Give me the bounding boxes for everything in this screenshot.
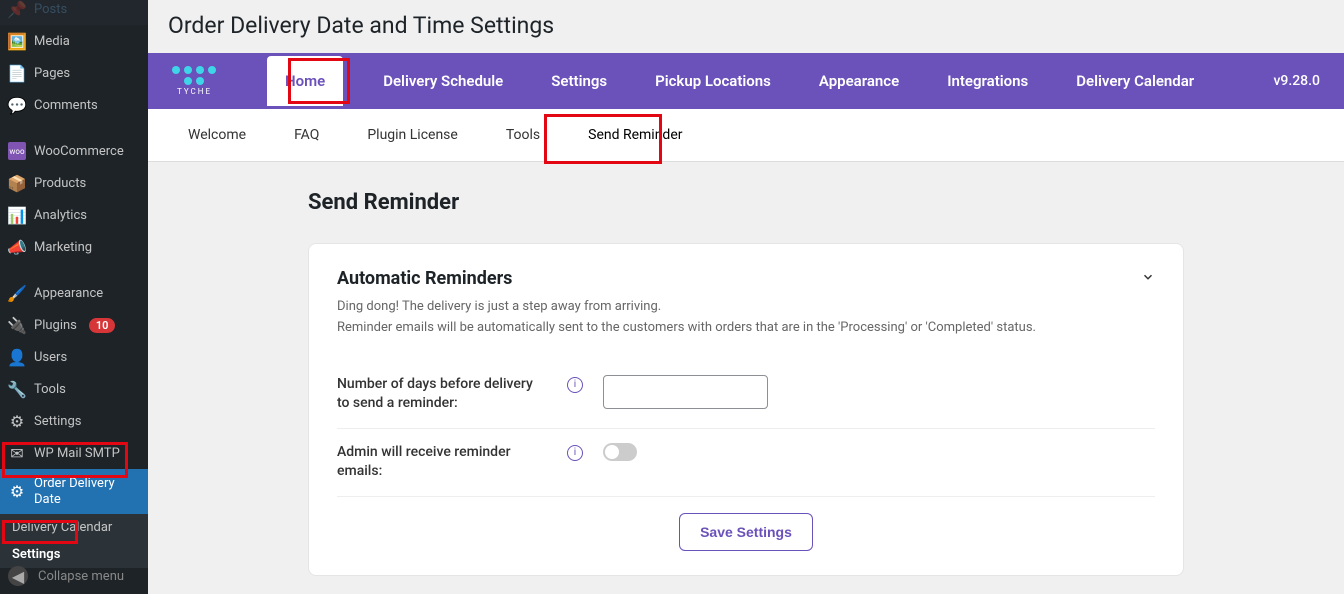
collapse-icon: ◀ <box>8 566 28 586</box>
info-icon[interactable]: i <box>567 377 583 393</box>
plugin-icon: 🔌 <box>8 316 26 334</box>
days-before-input[interactable] <box>603 375 768 409</box>
sidebar-label: Appearance <box>34 286 103 301</box>
sidebar-item-posts[interactable]: 📌 Posts <box>0 0 148 25</box>
brand-logo: TYCHE <box>172 66 217 96</box>
plugin-update-badge: 10 <box>89 318 116 333</box>
topnav-settings[interactable]: Settings <box>543 56 615 106</box>
card-title: Automatic Reminders <box>337 268 512 289</box>
card-description: Ding dong! The delivery is just a step a… <box>337 297 1155 339</box>
field-admin-receive: Admin will receive reminder emails: i <box>337 429 1155 497</box>
sidebar-label: Products <box>34 176 86 191</box>
sidebar-label: Comments <box>34 98 98 113</box>
subnav: Welcome FAQ Plugin License Tools Send Re… <box>148 109 1344 162</box>
sidebar-item-users[interactable]: 👤 Users <box>0 341 148 373</box>
topnav-integrations[interactable]: Integrations <box>939 56 1036 106</box>
subnav-plugin-license[interactable]: Plugin License <box>363 109 462 161</box>
sidebar-item-tools[interactable]: 🔧 Tools <box>0 373 148 405</box>
sidebar-label: Media <box>34 34 70 49</box>
topnav-delivery-calendar[interactable]: Delivery Calendar <box>1068 56 1202 106</box>
collapse-menu[interactable]: ◀ Collapse menu <box>0 558 148 594</box>
topnav-pickup-locations[interactable]: Pickup Locations <box>647 56 779 106</box>
subnav-send-reminder[interactable]: Send Reminder <box>584 109 686 161</box>
sidebar-item-media[interactable]: 🖼️ Media <box>0 25 148 57</box>
media-icon: 🖼️ <box>8 32 26 50</box>
plugin-topbar: TYCHE Home Delivery Schedule Settings Pi… <box>148 53 1344 109</box>
save-settings-button[interactable]: Save Settings <box>679 513 813 551</box>
subnav-faq[interactable]: FAQ <box>290 109 323 161</box>
brush-icon: 🖌️ <box>8 284 26 302</box>
field-label: Admin will receive reminder emails: <box>337 443 547 482</box>
field-days-before: Number of days before delivery to send a… <box>337 361 1155 429</box>
sidebar-item-marketing[interactable]: 📣 Marketing <box>0 231 148 263</box>
sidebar-label: Tools <box>34 382 66 397</box>
collapse-label: Collapse menu <box>38 569 124 584</box>
topnav-home[interactable]: Home <box>267 56 343 106</box>
sidebar-item-pages[interactable]: 📄 Pages <box>0 57 148 89</box>
comment-icon: 💬 <box>8 96 26 114</box>
brand-name: TYCHE <box>177 87 212 96</box>
sidebar-label: WP Mail SMTP <box>34 446 120 461</box>
sidebar-item-products[interactable]: 📦 Products <box>0 167 148 199</box>
woo-icon: woo <box>8 142 26 160</box>
sidebar-item-order-delivery-date[interactable]: ⚙ Order Delivery Date <box>0 469 148 514</box>
wrench-icon: 🔧 <box>8 380 26 398</box>
analytics-icon: 📊 <box>8 206 26 224</box>
users-icon: 👤 <box>8 348 26 366</box>
sidebar-label: Marketing <box>34 240 92 255</box>
marketing-icon: 📣 <box>8 238 26 256</box>
admin-emails-toggle[interactable] <box>603 443 637 461</box>
field-label: Number of days before delivery to send a… <box>337 375 547 414</box>
topnav-delivery-schedule[interactable]: Delivery Schedule <box>375 56 511 106</box>
sidebar-label: WooCommerce <box>34 144 124 159</box>
gear-icon: ⚙ <box>8 483 26 501</box>
sidebar-item-appearance[interactable]: 🖌️ Appearance <box>0 277 148 309</box>
sidebar-label: Analytics <box>34 208 87 223</box>
wp-admin-sidebar: 📌 Posts 🖼️ Media 📄 Pages 💬 Comments woo … <box>0 0 148 594</box>
mail-icon: ✉ <box>8 444 26 462</box>
sidebar-item-plugins[interactable]: 🔌 Plugins 10 <box>0 309 148 341</box>
plugin-version: v9.28.0 <box>1273 73 1320 89</box>
page-title: Order Delivery Date and Time Settings <box>148 0 1344 53</box>
section-title: Send Reminder <box>308 190 1184 215</box>
subnav-welcome[interactable]: Welcome <box>184 109 250 161</box>
sidebar-label: Settings <box>34 414 81 429</box>
sidebar-sub-delivery-calendar[interactable]: Delivery Calendar <box>0 514 148 541</box>
sidebar-label: Order Delivery Date <box>34 476 140 507</box>
topnav-appearance[interactable]: Appearance <box>811 56 907 106</box>
sidebar-item-wpmail[interactable]: ✉ WP Mail SMTP <box>0 437 148 469</box>
info-icon[interactable]: i <box>567 445 583 461</box>
main-content: Order Delivery Date and Time Settings TY… <box>148 0 1344 594</box>
settings-icon: ⚙ <box>8 412 26 430</box>
sidebar-item-settings[interactable]: ⚙ Settings <box>0 405 148 437</box>
pin-icon: 📌 <box>8 0 26 18</box>
automatic-reminders-card: Automatic Reminders Ding dong! The deliv… <box>308 243 1184 576</box>
sidebar-item-analytics[interactable]: 📊 Analytics <box>0 199 148 231</box>
sidebar-label: Users <box>34 350 67 365</box>
sidebar-item-comments[interactable]: 💬 Comments <box>0 89 148 121</box>
subnav-tools[interactable]: Tools <box>502 109 544 161</box>
product-icon: 📦 <box>8 174 26 192</box>
page-icon: 📄 <box>8 64 26 82</box>
sidebar-label: Plugins <box>34 318 77 333</box>
chevron-down-icon[interactable] <box>1141 269 1155 288</box>
sidebar-label: Pages <box>34 66 70 81</box>
sidebar-item-woocommerce[interactable]: woo WooCommerce <box>0 135 148 167</box>
sidebar-label: Posts <box>34 2 67 17</box>
